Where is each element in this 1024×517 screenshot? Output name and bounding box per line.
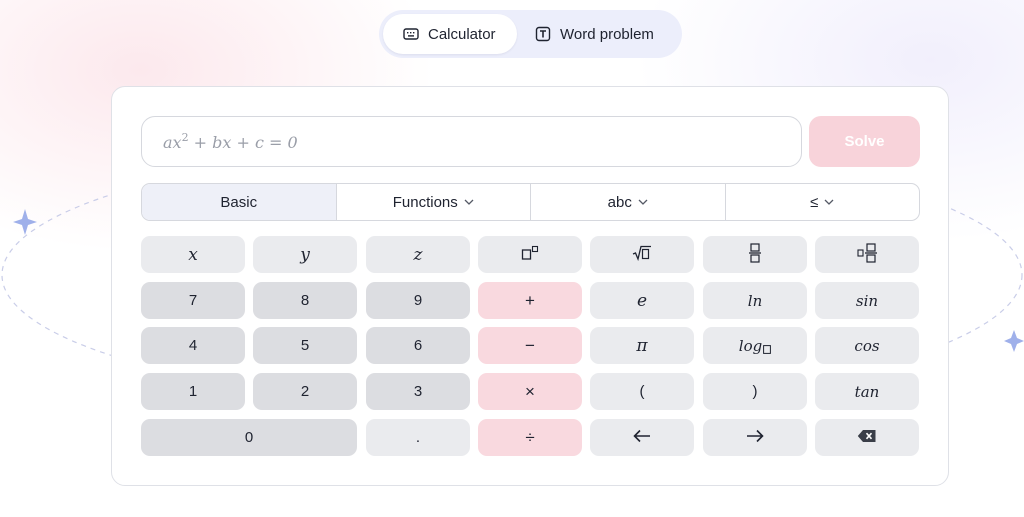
tab-functions-label: Functions: [392, 193, 458, 211]
tab-basic[interactable]: Basic: [142, 184, 336, 220]
key-6[interactable]: 6: [366, 327, 470, 364]
key-log-label: log: [738, 336, 763, 355]
key-superscript[interactable]: [478, 236, 582, 273]
key-5[interactable]: 5: [253, 327, 357, 364]
tab-word-problem-label: Word problem: [560, 25, 654, 43]
key-1[interactable]: 1: [141, 373, 245, 410]
equation-placeholder: ax2 + bx + c = 0: [163, 131, 298, 152]
log-base-box-icon: [763, 345, 772, 354]
tab-functions[interactable]: Functions: [335, 184, 531, 220]
key-log[interactable]: log: [703, 327, 807, 364]
mixed-fraction-icon: [857, 242, 877, 267]
key-times[interactable]: ×: [478, 373, 582, 410]
key-2[interactable]: 2: [253, 373, 357, 410]
fraction-icon: [748, 242, 762, 267]
tab-calculator-label: Calculator: [428, 25, 496, 43]
key-right-paren[interactable]: ): [703, 373, 807, 410]
solve-button[interactable]: Solve: [809, 116, 920, 167]
key-left-paren[interactable]: (: [590, 373, 694, 410]
star-icon: [1004, 330, 1024, 352]
tab-inequality[interactable]: ≤: [724, 184, 920, 220]
key-y[interactable]: y: [253, 236, 357, 273]
tab-inequality-label: ≤: [810, 193, 819, 211]
key-7[interactable]: 7: [141, 282, 245, 319]
key-8[interactable]: 8: [253, 282, 357, 319]
superscript-icon: [521, 245, 539, 265]
star-icon: [13, 209, 37, 235]
key-cursor-right[interactable]: [703, 419, 807, 456]
arrow-right-icon: [746, 429, 764, 447]
key-sin[interactable]: sin: [815, 282, 919, 319]
key-tan[interactable]: tan: [815, 373, 919, 410]
key-z[interactable]: z: [366, 236, 470, 273]
arrow-left-icon: [633, 429, 651, 447]
tab-abc[interactable]: abc: [530, 184, 725, 220]
mode-toggle: Calculator Word problem: [379, 10, 682, 58]
key-minus[interactable]: −: [478, 327, 582, 364]
square-root-icon: [632, 245, 652, 265]
backspace-icon: [857, 429, 877, 447]
key-decimal[interactable]: .: [366, 419, 470, 456]
tab-basic-label: Basic: [220, 193, 258, 211]
key-sqrt[interactable]: [590, 236, 694, 273]
chevron-down-icon: [824, 199, 834, 205]
text-t-icon: [535, 26, 551, 42]
chevron-down-icon: [638, 199, 648, 205]
key-3[interactable]: 3: [366, 373, 470, 410]
key-fraction[interactable]: [703, 236, 807, 273]
tab-calculator[interactable]: Calculator: [383, 14, 517, 54]
key-e[interactable]: e: [590, 282, 694, 319]
keyboard-icon: [403, 26, 419, 42]
keypad-tabs: Basic Functions abc ≤: [141, 183, 920, 221]
key-backspace[interactable]: [815, 419, 919, 456]
key-4[interactable]: 4: [141, 327, 245, 364]
key-cursor-left[interactable]: [590, 419, 694, 456]
key-plus[interactable]: +: [478, 282, 582, 319]
key-divide[interactable]: ÷: [478, 419, 582, 456]
tab-abc-label: abc: [607, 193, 632, 211]
key-pi[interactable]: π: [590, 327, 694, 364]
chevron-down-icon: [464, 199, 474, 205]
key-9[interactable]: 9: [366, 282, 470, 319]
key-0[interactable]: 0: [141, 419, 357, 456]
key-cos[interactable]: cos: [815, 327, 919, 364]
key-mixed-fraction[interactable]: [815, 236, 919, 273]
tab-word-problem[interactable]: Word problem: [517, 14, 654, 54]
key-ln[interactable]: ln: [703, 282, 807, 319]
key-x[interactable]: x: [141, 236, 245, 273]
calculator-card: ax2 + bx + c = 0 Solve Basic Functions a…: [111, 86, 949, 486]
equation-input[interactable]: ax2 + bx + c = 0: [141, 116, 802, 167]
keypad: x y z 7 8 9 + e ln sin 4 5 6 − π log cos: [141, 236, 920, 457]
